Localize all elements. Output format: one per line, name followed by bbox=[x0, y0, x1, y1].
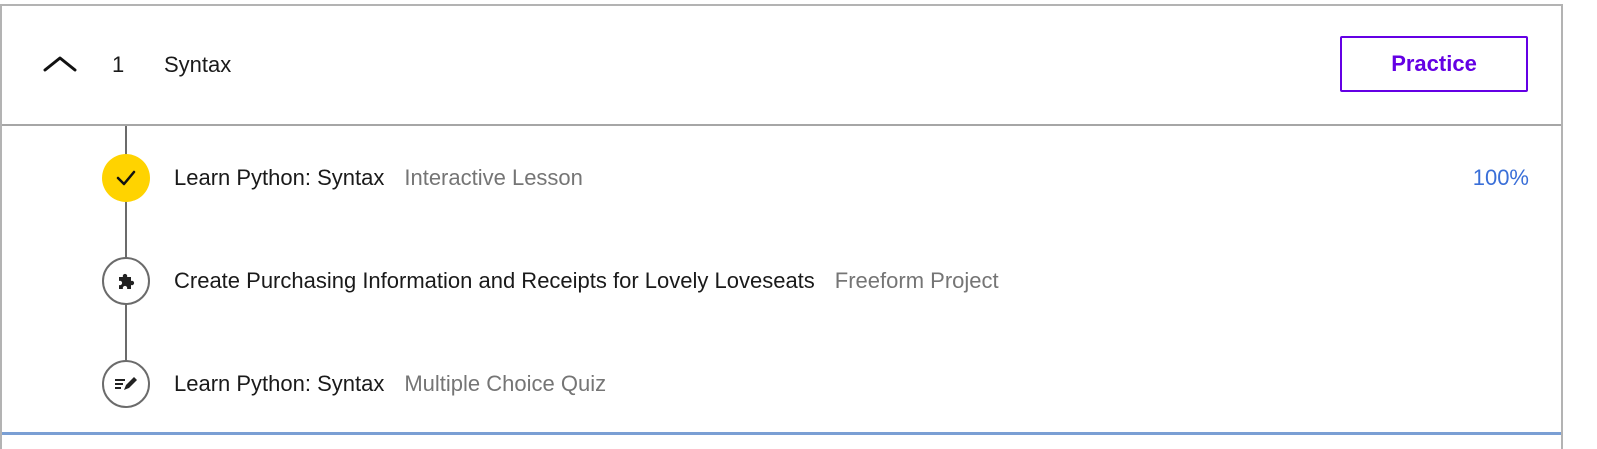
next-section-border bbox=[2, 432, 1561, 435]
project-title[interactable]: Create Purchasing Information and Receip… bbox=[174, 268, 999, 294]
chevron-up-icon[interactable] bbox=[42, 50, 78, 74]
project-row[interactable]: Create Purchasing Information and Receip… bbox=[2, 251, 1561, 311]
quiz-row[interactable]: Learn Python: Syntax Multiple Choice Quiz bbox=[2, 354, 1561, 414]
practice-button[interactable]: Practice bbox=[1340, 36, 1528, 92]
lesson-type: Interactive Lesson bbox=[404, 165, 583, 190]
module-number: 1 bbox=[112, 52, 125, 77]
completed-status-node bbox=[102, 154, 150, 202]
project-title-text[interactable]: Create Purchasing Information and Receip… bbox=[174, 268, 815, 293]
progress-percentage: 100% bbox=[1472, 165, 1529, 190]
checkmark-icon bbox=[116, 170, 136, 186]
module-header[interactable]: 1 Syntax Practice bbox=[2, 6, 1561, 126]
lesson-title[interactable]: Learn Python: Syntax Interactive Lesson bbox=[174, 165, 583, 191]
quiz-type: Multiple Choice Quiz bbox=[404, 371, 607, 396]
lesson-row[interactable]: Learn Python: Syntax Interactive Lesson 1… bbox=[2, 148, 1561, 208]
project-status-node bbox=[102, 257, 150, 305]
lesson-title-text[interactable]: Learn Python: Syntax bbox=[174, 165, 384, 190]
quiz-pencil-icon bbox=[115, 377, 137, 390]
puzzle-piece-icon bbox=[119, 273, 135, 289]
project-type: Freeform Project bbox=[834, 268, 999, 293]
module-title: Syntax bbox=[164, 52, 232, 77]
quiz-status-node bbox=[102, 360, 150, 408]
quiz-title[interactable]: Learn Python: Syntax Multiple Choice Quiz bbox=[174, 371, 606, 397]
quiz-title-text[interactable]: Learn Python: Syntax bbox=[174, 371, 384, 396]
module-card: 1 Syntax Practice Learn Python: Syntax In… bbox=[0, 4, 1563, 449]
